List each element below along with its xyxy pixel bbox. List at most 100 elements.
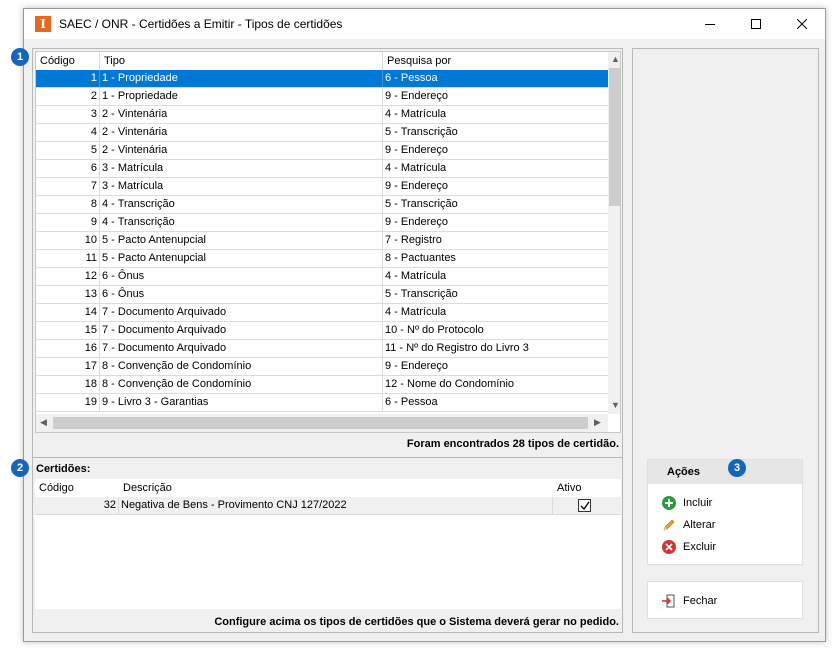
scroll-down-icon[interactable]: ▼ [611,400,620,410]
x-circle-icon [662,540,676,554]
fechar-label: Fechar [683,595,718,607]
cell-tipo: 7 - Documento Arquivado [100,340,383,357]
cell-pesquisa-por: 5 - Transcrição [385,126,458,138]
table-row[interactable]: 13 6 - Ônus 5 - Transcrição [36,286,608,304]
fechar-panel: Fechar [647,581,803,619]
close-icon [797,19,807,29]
table-row[interactable]: 12 6 - Ônus 4 - Matrícula [36,268,608,286]
cell-codigo: 32 [35,497,119,514]
cell-pesquisa-por: 10 - Nº do Protocolo [385,324,484,336]
cell-pesquisa-por: 5 - Transcrição [385,198,458,210]
cell-pesquisa-por: 9 - Endereço [385,180,448,192]
cell-codigo: 14 [36,304,100,321]
alterar-button[interactable]: Alterar [662,516,715,534]
cell-tipo: 4 - Transcrição [100,214,383,231]
column-header-codigo[interactable]: Código [36,52,100,70]
table-row[interactable]: 32 - Vintenária 4 - Matrícula [36,106,608,124]
title-bar[interactable]: I SAEC / ONR - Certidões a Emitir - Tipo… [24,9,825,39]
cell-tipo: 9 - Livro 3 - Garantias [100,394,383,411]
fechar-button[interactable]: Fechar [662,592,717,610]
cell-tipo: 8 - Convenção de Condomínio [100,358,383,375]
right-panel: Ações Incluir Alterar Excluir Fechar [632,48,819,633]
divider [33,457,622,458]
actions-title: Ações [667,466,701,478]
close-button[interactable] [779,9,825,39]
table-row[interactable]: 17 8 - Convenção de Condomínio 9 - Endereç… [36,358,608,376]
cell-pesquisa-por: 6 - Pessoa [385,72,438,84]
cell-pesquisa-por: 9 - Endereço [385,90,448,102]
column-header-codigo[interactable]: Código [35,479,119,497]
cell-tipo: 6 - Ônus [100,286,383,303]
table-row[interactable]: 84 - Transcrição 5 - Transcrição [36,196,608,214]
table-row[interactable]: 11 5 - Pacto Antenupcial 8 - Pactuantes [36,250,608,268]
table-row[interactable]: 19 9 - Livro 3 - Garantias 6 - Pessoa [36,394,608,412]
table-row[interactable]: 63 - Matrícula 4 - Matrícula [36,160,608,178]
cell-codigo: 17 [36,358,100,375]
horizontal-scroll-thumb[interactable] [53,417,588,429]
tipos-grid-header: Código Tipo Pesquisa por [36,52,608,70]
vertical-scroll-thumb[interactable] [609,68,620,206]
minimize-button[interactable] [687,9,733,39]
cell-tipo: 6 - Ônus [100,268,383,285]
actions-panel: Ações Incluir Alterar Excluir [647,459,803,565]
scroll-right-icon[interactable]: ▶ [594,417,601,428]
incluir-label: Incluir [683,497,713,509]
cell-tipo: 2 - Vintenária [100,124,383,141]
table-row[interactable]: 94 - Transcrição 9 - Endereço [36,214,608,232]
cell-pesquisa-por: 9 - Endereço [385,144,448,156]
table-row[interactable]: 18 8 - Convenção de Condomínio 12 - Nome d… [36,376,608,394]
scroll-left-icon[interactable]: ◀ [40,417,47,428]
ativo-checkbox[interactable] [578,499,591,512]
badge-3: 3 [728,459,746,477]
table-row[interactable]: 10 5 - Pacto Antenupcial 7 - Registro [36,232,608,250]
cell-pesquisa-por: 4 - Matrícula [385,270,447,282]
cell-pesquisa-por: 4 - Matrícula [385,306,447,318]
vertical-scrollbar[interactable]: ▲ ▼ [608,52,620,414]
excluir-button[interactable]: Excluir [662,538,716,556]
cell-pesquisa-por: 12 - Nome do Condomínio [385,378,515,390]
table-row[interactable]: 21 - Propriedade 9 - Endereço [36,88,608,106]
table-row[interactable]: 52 - Vintenária 9 - Endereço [36,142,608,160]
tipos-grid[interactable]: Código Tipo Pesquisa por 11 - Propriedad… [35,51,621,433]
certidoes-grid-header: Código Descrição Ativo [35,479,621,497]
table-row[interactable]: 42 - Vintenária 5 - Transcrição [36,124,608,142]
table-row[interactable]: 11 - Propriedade 6 - Pessoa [36,70,608,88]
cell-codigo: 7 [36,178,100,195]
column-header-descricao[interactable]: Descrição [119,479,553,497]
certidoes-grid[interactable]: Código Descrição Ativo 32 Negativa de Be… [35,479,621,609]
cell-codigo: 9 [36,214,100,231]
cell-tipo: 4 - Transcrição [100,196,383,213]
cell-codigo: 12 [36,268,100,285]
table-row[interactable]: 73 - Matrícula 9 - Endereço [36,178,608,196]
cell-tipo: 2 - Vintenária [100,106,383,123]
alterar-label: Alterar [683,519,716,531]
table-row[interactable]: 15 7 - Documento Arquivado 10 - Nº do Prot… [36,322,608,340]
cell-codigo: 4 [36,124,100,141]
maximize-button[interactable] [733,9,779,39]
cell-codigo: 3 [36,106,100,123]
horizontal-scrollbar[interactable]: ◀ ▶ [36,414,608,432]
badge-1: 1 [11,48,29,66]
scroll-up-icon[interactable]: ▲ [611,54,620,64]
incluir-button[interactable]: Incluir [662,494,712,512]
pencil-icon [663,519,675,531]
cell-pesquisa-por: 9 - Endereço [385,360,448,372]
cell-pesquisa-por: 9 - Endereço [385,216,448,228]
cell-codigo: 11 [36,250,100,267]
column-header-tipo[interactable]: Tipo [100,52,383,70]
table-row[interactable]: 16 7 - Documento Arquivado 11 - Nº do Regi… [36,340,608,358]
table-row[interactable]: 32 Negativa de Bens - Provimento CNJ 127… [35,497,621,515]
cell-codigo: 6 [36,160,100,177]
cell-codigo: 10 [36,232,100,249]
column-header-ativo[interactable]: Ativo [553,479,621,497]
column-header-pesquisa-por[interactable]: Pesquisa por [383,52,608,70]
actions-header: Ações [648,460,802,484]
badge-2: 2 [11,459,29,477]
check-icon [580,501,590,511]
cell-tipo: 3 - Matrícula [100,160,383,177]
cell-tipo: 2 - Vintenária [100,142,383,159]
certidoes-label: Certidões: [36,463,91,475]
cell-tipo: 3 - Matrícula [100,178,383,195]
table-row[interactable]: 14 7 - Documento Arquivado 4 - Matrícula [36,304,608,322]
tipos-grid-body: 11 - Propriedade 6 - Pessoa 2 1 - Proprieda… [36,70,608,414]
